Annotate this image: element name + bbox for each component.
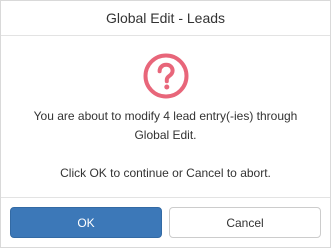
dialog-header: Global Edit - Leads [1, 1, 330, 36]
dialog-footer: OK Cancel [1, 197, 330, 247]
global-edit-dialog: Global Edit - Leads You are about to mod… [0, 0, 331, 248]
dialog-message: You are about to modify 4 lead entry(-ie… [21, 107, 311, 183]
dialog-body: You are about to modify 4 lead entry(-ie… [1, 36, 330, 183]
cancel-button[interactable]: Cancel [169, 207, 321, 238]
ok-button[interactable]: OK [10, 207, 162, 238]
question-circle-icon [143, 53, 189, 99]
message-text: You are about to modify 4 lead entry(-ie… [33, 109, 298, 142]
dialog-title: Global Edit - Leads [105, 10, 226, 26]
message-instruction: Click OK to continue or Cancel to abort. [60, 166, 271, 180]
